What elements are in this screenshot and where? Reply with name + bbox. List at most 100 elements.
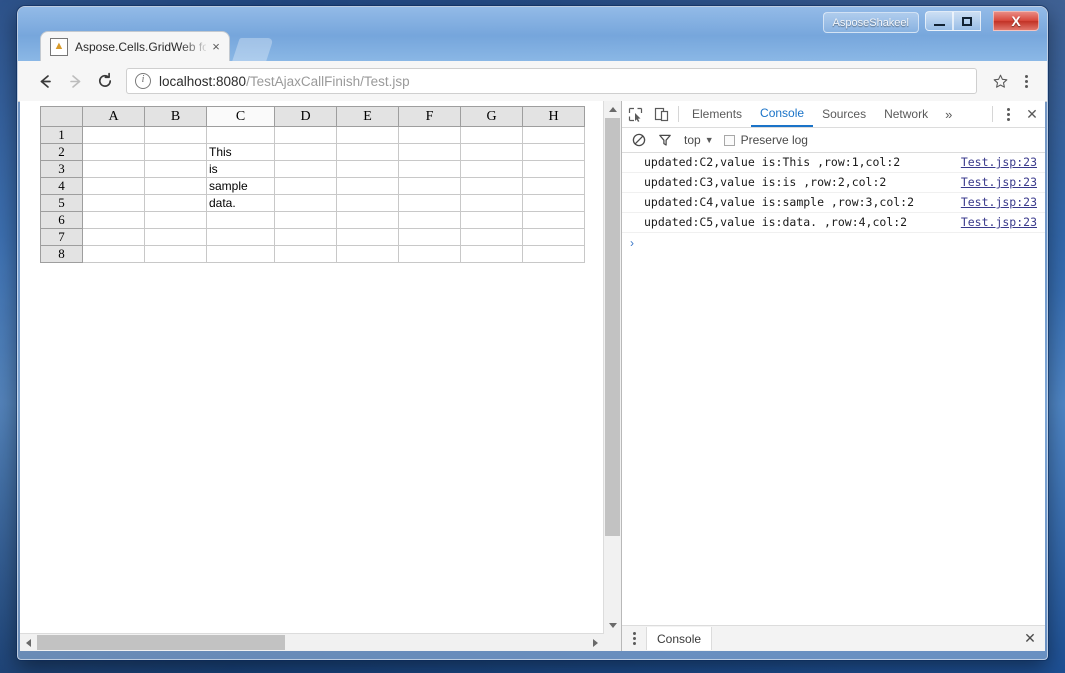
row-header-4[interactable]: 4 [40, 177, 83, 195]
cell-E3[interactable] [336, 160, 399, 178]
cell-F6[interactable] [398, 211, 461, 229]
cell-G3[interactable] [460, 160, 523, 178]
tab-elements[interactable]: Elements [683, 102, 751, 127]
more-tabs-button[interactable]: » [937, 101, 960, 127]
gridweb-spreadsheet[interactable]: ABCDEFGH 1 2 This 3 is 4 sample 5 data. 6 7 8 [40, 106, 585, 263]
tab-console[interactable]: Console [751, 102, 814, 127]
cell-G2[interactable] [460, 143, 523, 161]
cell-G6[interactable] [460, 211, 523, 229]
devtools-menu-button[interactable] [997, 101, 1019, 127]
cell-C1[interactable] [206, 126, 275, 144]
row-header-1[interactable]: 1 [40, 126, 83, 144]
device-toolbar-button[interactable] [648, 101, 674, 127]
cell-C8[interactable] [206, 245, 275, 263]
cell-B7[interactable] [144, 228, 207, 246]
cell-B5[interactable] [144, 194, 207, 212]
cell-H8[interactable] [522, 245, 585, 263]
console-log-source-link[interactable]: Test.jsp:23 [961, 173, 1037, 192]
cell-G8[interactable] [460, 245, 523, 263]
bookmark-star-button[interactable] [987, 68, 1013, 94]
reload-button[interactable] [90, 66, 120, 96]
cell-D3[interactable] [274, 160, 337, 178]
cell-F3[interactable] [398, 160, 461, 178]
cell-B1[interactable] [144, 126, 207, 144]
column-header-e[interactable]: E [336, 106, 399, 127]
cell-A8[interactable] [82, 245, 145, 263]
drawer-menu-button[interactable] [622, 626, 646, 651]
filter-button[interactable] [652, 127, 678, 153]
cell-H7[interactable] [522, 228, 585, 246]
row-header-5[interactable]: 5 [40, 194, 83, 212]
row-header-7[interactable]: 7 [40, 228, 83, 246]
cell-G7[interactable] [460, 228, 523, 246]
column-header-b[interactable]: B [144, 106, 207, 127]
cell-G1[interactable] [460, 126, 523, 144]
cell-E1[interactable] [336, 126, 399, 144]
scroll-right-button[interactable] [587, 634, 604, 651]
cell-C5[interactable]: data. [206, 194, 275, 212]
row-header-6[interactable]: 6 [40, 211, 83, 229]
clear-console-button[interactable] [626, 127, 652, 153]
inspect-element-button[interactable] [622, 101, 648, 127]
page-horizontal-scrollbar[interactable] [20, 633, 604, 651]
new-tab-button[interactable] [232, 38, 274, 61]
cell-D4[interactable] [274, 177, 337, 195]
console-log-row[interactable]: updated:C2,value is:This ,row:1,col:2 Tes… [622, 153, 1045, 173]
drawer-close-button[interactable]: ✕ [1015, 626, 1045, 651]
cell-E7[interactable] [336, 228, 399, 246]
chrome-menu-button[interactable] [1013, 66, 1039, 96]
cell-E8[interactable] [336, 245, 399, 263]
column-header-a[interactable]: A [82, 106, 145, 127]
vertical-scroll-thumb[interactable] [605, 118, 620, 536]
cell-F1[interactable] [398, 126, 461, 144]
scroll-left-button[interactable] [20, 634, 37, 651]
cell-A7[interactable] [82, 228, 145, 246]
cell-D2[interactable] [274, 143, 337, 161]
cell-A6[interactable] [82, 211, 145, 229]
cell-D7[interactable] [274, 228, 337, 246]
site-info-icon[interactable]: i [135, 73, 151, 89]
column-header-d[interactable]: D [274, 106, 337, 127]
cell-A4[interactable] [82, 177, 145, 195]
devtools-close-button[interactable]: ✕ [1019, 101, 1045, 127]
cell-B4[interactable] [144, 177, 207, 195]
cell-F5[interactable] [398, 194, 461, 212]
cell-H5[interactable] [522, 194, 585, 212]
console-log-row[interactable]: updated:C5,value is:data. ,row:4,col:2 Te… [622, 213, 1045, 233]
cell-C2[interactable]: This [206, 143, 275, 161]
cell-D6[interactable] [274, 211, 337, 229]
cell-A3[interactable] [82, 160, 145, 178]
column-header-g[interactable]: G [460, 106, 523, 127]
cell-A5[interactable] [82, 194, 145, 212]
row-header-3[interactable]: 3 [40, 160, 83, 178]
cell-F7[interactable] [398, 228, 461, 246]
cell-A1[interactable] [82, 126, 145, 144]
cell-E2[interactable] [336, 143, 399, 161]
cell-H4[interactable] [522, 177, 585, 195]
cell-G4[interactable] [460, 177, 523, 195]
cell-H3[interactable] [522, 160, 585, 178]
cell-G5[interactable] [460, 194, 523, 212]
page-vertical-scrollbar[interactable] [603, 101, 621, 634]
cell-H6[interactable] [522, 211, 585, 229]
console-prompt[interactable]: › [622, 233, 1045, 253]
console-context-selector[interactable]: top [684, 133, 701, 147]
console-message-list[interactable]: updated:C2,value is:This ,row:1,col:2 Tes… [622, 153, 1045, 625]
column-header-c[interactable]: C [206, 106, 275, 127]
cell-F4[interactable] [398, 177, 461, 195]
cell-D5[interactable] [274, 194, 337, 212]
cell-B8[interactable] [144, 245, 207, 263]
cell-E6[interactable] [336, 211, 399, 229]
horizontal-scroll-thumb[interactable] [37, 635, 285, 650]
chevron-down-icon[interactable]: ▼ [705, 135, 714, 145]
address-bar[interactable]: i localhost:8080/TestAjaxCallFinish/Test… [126, 68, 977, 94]
cell-D1[interactable] [274, 126, 337, 144]
forward-button[interactable] [60, 66, 90, 96]
tab-network[interactable]: Network [875, 102, 937, 127]
browser-tab[interactable]: ▲ Aspose.Cells.GridWeb fo × [40, 31, 230, 61]
cell-E5[interactable] [336, 194, 399, 212]
window-maximize-button[interactable] [953, 11, 981, 31]
scroll-down-button[interactable] [604, 617, 621, 634]
console-log-source-link[interactable]: Test.jsp:23 [961, 213, 1037, 232]
console-log-row[interactable]: updated:C3,value is:is ,row:2,col:2 Test.… [622, 173, 1045, 193]
